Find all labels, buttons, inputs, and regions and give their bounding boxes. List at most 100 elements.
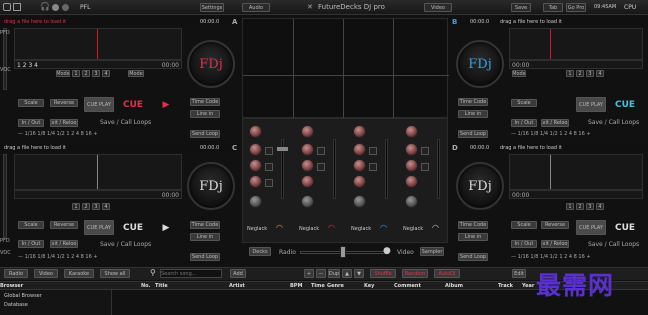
deck-d-overview[interactable]: 00:00 [509, 190, 643, 199]
deck-a-beat-3[interactable]: 3 [92, 70, 100, 77]
deck-b-beat-3[interactable]: 3 [586, 70, 594, 77]
edit-button[interactable]: Edit [512, 269, 526, 278]
col-album[interactable]: Album [445, 283, 463, 289]
decks-button[interactable]: Decks [249, 247, 271, 256]
deck-c-sendloop-button[interactable]: Send Loop [190, 253, 220, 261]
deck-c-cue-button[interactable]: CUE [118, 220, 148, 235]
deck-d-cue-button[interactable]: CUE [610, 220, 640, 235]
deck-d-timecode-button[interactable]: Time Code [458, 221, 488, 229]
ch3-kill-mid[interactable] [369, 163, 377, 171]
col-title[interactable]: Title [155, 283, 168, 289]
save-button[interactable]: Save [511, 3, 531, 12]
deck-c-beat-2[interactable]: 2 [82, 203, 90, 210]
deck-b-beat-2[interactable]: 2 [576, 70, 584, 77]
deck-d-inout-button[interactable]: In / Out [511, 240, 537, 248]
sidebar-item-global-browser[interactable]: Global Browser [4, 293, 42, 299]
radio-tab-button[interactable]: Radio [4, 269, 28, 278]
ch1-low-knob[interactable] [249, 175, 262, 188]
karaoke-tab-button[interactable]: Karaoke [64, 269, 94, 278]
deck-a-inout-button[interactable]: In / Out [18, 119, 44, 127]
deck-d-reverse-button[interactable]: Reverse [541, 221, 569, 229]
deck-b-timecode-button[interactable]: Time Code [458, 98, 488, 106]
deck-b-sendloop-button[interactable]: Send Loop [458, 130, 488, 138]
video-button[interactable]: Video [424, 3, 452, 12]
search-input[interactable] [160, 269, 222, 278]
deck-d-loop-row[interactable]: — 1/16 1/8 1/4 1/2 1 2 4 8 16 + [511, 254, 591, 260]
ch4-fx-knob[interactable] [405, 195, 418, 208]
ch3-headphone-icon[interactable]: ◠ [380, 223, 387, 232]
deck-a-mode2-button[interactable]: Mode [128, 70, 144, 77]
deck-c-reverse-button[interactable]: Reverse [50, 221, 78, 229]
record-icon[interactable] [52, 4, 59, 11]
ch1-hi-knob[interactable] [249, 143, 262, 156]
deck-a-beat-1[interactable]: 1 [72, 70, 80, 77]
list-down-button[interactable]: ▼ [354, 269, 364, 278]
deck-b-scale-button[interactable]: Scale [511, 99, 537, 107]
deck-b-turntable[interactable]: FDj [456, 40, 504, 88]
deck-a-timecode-button[interactable]: Time Code [190, 98, 220, 106]
ch3-mid-knob[interactable] [353, 159, 366, 172]
deck-c-loop-row[interactable]: — 1/16 1/8 1/4 1/2 1 2 4 8 16 + [18, 254, 98, 260]
shuffle-button[interactable]: Shuffle [370, 269, 396, 278]
list-plus-button[interactable]: + [304, 269, 314, 278]
deck-c-inout-button[interactable]: In / Out [18, 240, 44, 248]
ch2-low-knob[interactable] [301, 175, 314, 188]
ch1-kill-mid[interactable] [265, 163, 273, 171]
deck-a-linein-button[interactable]: Line in [190, 110, 220, 118]
deck-a-pitch-slider[interactable] [3, 28, 7, 90]
ch4-low-knob[interactable] [405, 175, 418, 188]
pfl-label[interactable]: PFL [80, 4, 90, 11]
ch2-fx-knob[interactable] [301, 195, 314, 208]
ch3-fx-knob[interactable] [353, 195, 366, 208]
ch4-kill-hi[interactable] [421, 147, 429, 155]
deck-b-mode-button[interactable]: Mode [512, 70, 526, 77]
deck-a-cueplay-button[interactable]: CUE PLAY [84, 97, 114, 112]
col-key[interactable]: Key [364, 283, 374, 289]
deck-d-sendloop-button[interactable]: Send Loop [458, 253, 488, 261]
mic-icon-2[interactable]: ● [383, 246, 391, 256]
ch2-hi-knob[interactable] [301, 143, 314, 156]
deck-c-overview[interactable]: 00:00 [14, 190, 182, 199]
deck-a-waveform[interactable] [14, 28, 182, 60]
ch3-kill-hi[interactable] [369, 147, 377, 155]
add-button[interactable]: Add [230, 269, 246, 278]
list-minus-button[interactable]: — [316, 269, 326, 278]
deck-c-beat-3[interactable]: 3 [92, 203, 100, 210]
ch1-kill-low[interactable] [265, 179, 273, 187]
deck-b-waveform[interactable] [509, 28, 643, 60]
deck-b-linein-button[interactable]: Line in [458, 110, 488, 118]
deck-c-linein-button[interactable]: Line in [190, 233, 220, 241]
random-button[interactable]: Random [402, 269, 428, 278]
deck-a-scale-button[interactable]: Scale [18, 99, 44, 107]
ch1-gain-knob[interactable] [249, 125, 262, 138]
ch4-gain-knob[interactable] [405, 125, 418, 138]
audio-button[interactable]: Audio [242, 3, 270, 12]
deck-a-play-button[interactable]: ▶ [154, 97, 178, 112]
deck-b-inout-button[interactable]: In / Out [511, 119, 537, 127]
deck-a-turntable[interactable]: FDj [187, 40, 235, 88]
crossfader-handle[interactable] [340, 246, 346, 258]
deck-a-cue-button[interactable]: CUE [118, 97, 148, 112]
deck-d-linein-button[interactable]: Line in [458, 233, 488, 241]
ch4-headphone-icon[interactable]: ◠ [432, 223, 439, 232]
deck-a-sendloop-button[interactable]: Send Loop [190, 130, 220, 138]
sidebar-item-database[interactable]: Database [4, 302, 28, 308]
deck-c-cueplay-button[interactable]: CUE PLAY [84, 220, 114, 235]
deck-a-overview[interactable]: 1 2 3 4 00:00 [14, 60, 182, 69]
deck-b-beat-4[interactable]: 4 [596, 70, 604, 77]
ch2-headphone-icon[interactable]: ◠ [328, 223, 335, 232]
deck-a-beat-4[interactable]: 4 [102, 70, 110, 77]
deck-c-pitch-slider[interactable] [3, 154, 7, 238]
col-comment[interactable]: Comment [394, 283, 421, 289]
list-dup-button[interactable]: Dup [328, 269, 340, 278]
deck-d-waveform[interactable] [509, 154, 643, 190]
deck-c-beat-4[interactable]: 4 [102, 203, 110, 210]
col-no[interactable]: No. [141, 283, 151, 289]
headphones-icon[interactable]: 🎧 [40, 2, 50, 11]
deck-d-turntable[interactable]: FDj [456, 162, 504, 210]
ch1-headphone-icon[interactable]: ◠ [276, 223, 283, 232]
ch4-mid-knob[interactable] [405, 159, 418, 172]
window-icon-1[interactable] [3, 3, 11, 11]
deck-c-play-button[interactable]: ▶ [154, 220, 178, 235]
window-icon-2[interactable] [13, 3, 21, 11]
